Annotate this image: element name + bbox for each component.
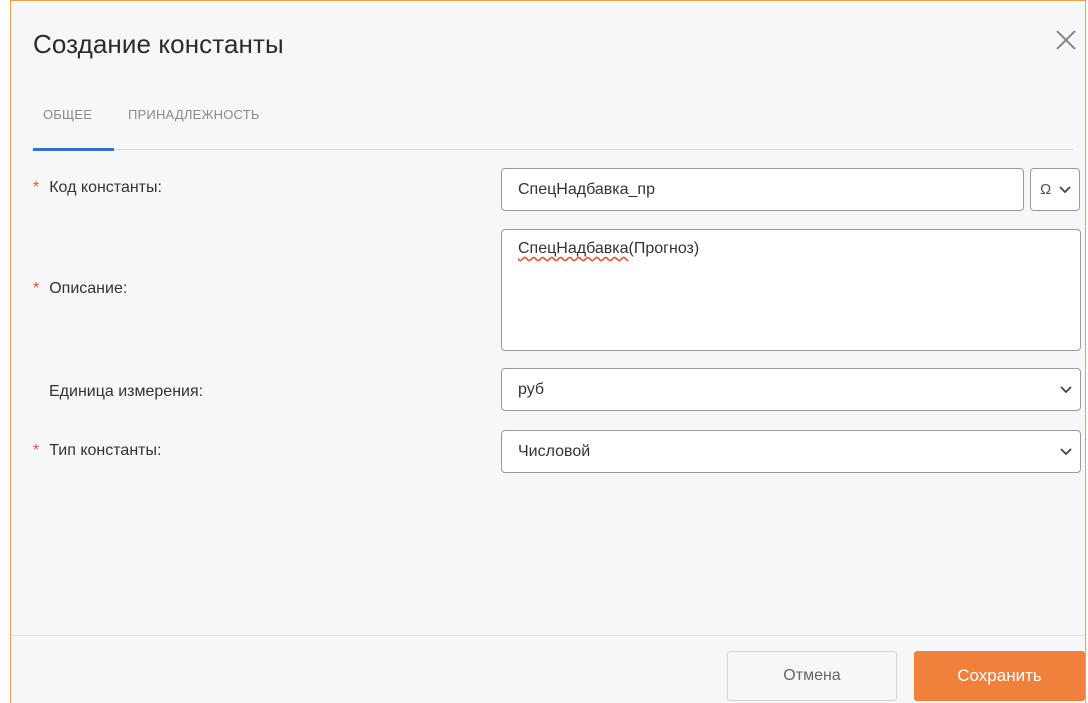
type-value: Числовой: [518, 443, 591, 460]
code-input[interactable]: СпецНадбавка_пр: [501, 168, 1024, 211]
chevron-down-icon: [1060, 386, 1072, 394]
unit-label: Единица измерения:: [49, 383, 204, 400]
code-value: СпецНадбавка_пр: [518, 181, 655, 198]
required-mark: *: [33, 280, 40, 297]
type-select[interactable]: Числовой: [501, 430, 1081, 473]
special-chars-dropdown[interactable]: Ω: [1030, 168, 1080, 211]
chevron-down-icon: [1060, 448, 1072, 456]
description-textarea[interactable]: СпецНадбавка(Прогноз): [501, 229, 1081, 351]
tab-general[interactable]: ОБЩЕЕ: [43, 107, 92, 122]
code-label-row: * Код константы:: [33, 179, 162, 197]
dialog-footer: Отмена Сохранить: [11, 635, 1085, 703]
unit-label-row: Единица измерения:: [33, 383, 203, 401]
unit-select[interactable]: руб: [501, 368, 1081, 411]
omega-icon: Ω: [1040, 181, 1052, 198]
description-label: Описание:: [49, 280, 128, 297]
create-constant-dialog: Создание константы ОБЩЕЕ ПРИНАДЛЕЖНОСТЬ …: [10, 0, 1086, 703]
required-mark: *: [33, 442, 40, 459]
unit-value: руб: [518, 381, 545, 398]
dialog-title: Создание константы: [33, 29, 284, 59]
tab-bar: ОБЩЕЕ ПРИНАДЛЕЖНОСТЬ: [33, 97, 1073, 151]
chevron-down-icon: [1059, 186, 1071, 194]
type-label-row: * Тип константы:: [33, 442, 161, 460]
close-icon[interactable]: [1053, 27, 1079, 53]
code-label: Код константы:: [49, 179, 162, 196]
required-mark: *: [33, 179, 40, 196]
tab-membership[interactable]: ПРИНАДЛЕЖНОСТЬ: [128, 107, 260, 122]
type-label: Тип константы:: [49, 442, 162, 459]
description-value: СпецНадбавка(Прогноз): [518, 240, 700, 257]
cancel-button[interactable]: Отмена: [727, 651, 897, 701]
save-button[interactable]: Сохранить: [914, 651, 1085, 701]
active-tab-indicator: [33, 148, 114, 151]
description-label-row: * Описание:: [33, 280, 127, 298]
